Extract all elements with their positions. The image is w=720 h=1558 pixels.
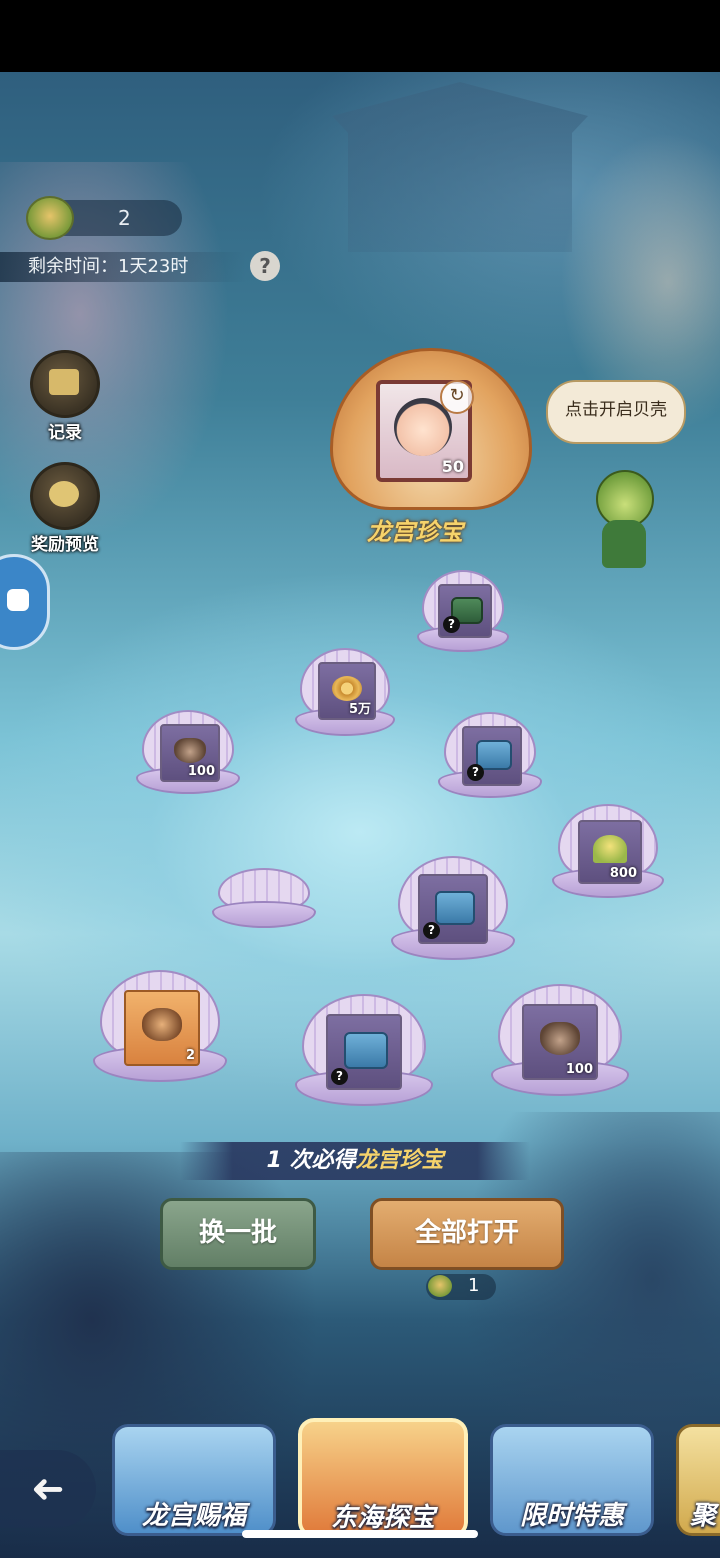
shell-slot[interactable]: 100	[490, 984, 630, 1096]
featured-count: 50	[441, 457, 464, 476]
refresh-icon[interactable]: ↻	[440, 380, 474, 414]
npc-body	[602, 520, 646, 568]
reward-count: 100	[565, 1062, 593, 1077]
reward-item: ?	[438, 584, 492, 638]
records-button[interactable]: 记录	[28, 350, 102, 443]
money-bag-icon	[30, 462, 100, 530]
tab-label: 聚	[690, 1501, 717, 1531]
shell-slot[interactable]: ?	[438, 712, 542, 798]
dragon-npc	[588, 470, 658, 570]
shell-coin-icon	[428, 1275, 452, 1297]
banner-text: 次必得	[281, 1148, 356, 1173]
tab-dragon-blessing[interactable]: 龙宫赐福	[112, 1424, 276, 1536]
shell-slot[interactable]: 5万	[294, 648, 396, 736]
shell-coin-icon	[26, 196, 74, 240]
reward-item: ?	[418, 874, 488, 944]
mystery-badge: ?	[423, 922, 440, 939]
featured-label: 龙宫珍宝	[367, 518, 463, 546]
blue-chest-icon	[434, 890, 476, 925]
reward-preview-label: 奖励预览	[31, 535, 99, 555]
reward-item: 100	[160, 724, 220, 782]
shell-slot[interactable]: ?	[294, 994, 434, 1106]
blue-chest-icon	[343, 1031, 389, 1069]
shell-slot[interactable]: 800	[552, 804, 664, 898]
tab-east-sea-treasure[interactable]: 东海探宝	[298, 1418, 468, 1538]
home-indicator[interactable]	[242, 1530, 478, 1538]
reward-item: 2	[124, 990, 200, 1066]
tab-label: 东海探宝	[330, 1503, 435, 1533]
shell-slot[interactable]: 2	[92, 970, 228, 1082]
reward-item: 800	[578, 820, 642, 884]
open-all-button[interactable]: 全部打开	[370, 1198, 564, 1270]
mystery-badge: ?	[331, 1068, 348, 1085]
shell-currency-counter: 2	[26, 196, 182, 240]
help-button[interactable]: ?	[250, 251, 280, 281]
reward-item: ?	[462, 726, 522, 786]
records-label: 记录	[48, 423, 82, 443]
shell-slot[interactable]: ?	[417, 570, 509, 652]
banner-highlight: 龙宫珍宝	[355, 1148, 444, 1173]
time-remaining: 剩余时间：1天23时	[0, 252, 246, 282]
reward-item: ?	[326, 1014, 402, 1090]
reward-count: 100	[187, 764, 215, 779]
reward-count: 5万	[348, 702, 371, 717]
mask-icon	[141, 1007, 183, 1041]
shell-currency-value: 2	[118, 206, 131, 230]
pouch-icon	[174, 737, 206, 763]
reward-preview-button[interactable]: 奖励预览	[28, 462, 102, 555]
tab-partial[interactable]: 聚	[676, 1424, 720, 1536]
reward-count: 2	[185, 1048, 195, 1063]
back-arrow-icon[interactable]: ➜	[0, 1450, 96, 1528]
npc-speech-bubble: 点击开启贝壳	[546, 380, 686, 444]
reward-count: 800	[609, 866, 637, 881]
open-cost: 1	[426, 1274, 496, 1300]
mystery-badge: ?	[443, 616, 460, 633]
shell-slot[interactable]: 100	[136, 710, 240, 794]
shell-slot[interactable]: ?	[391, 856, 515, 960]
floating-gamepad-button[interactable]	[0, 554, 50, 650]
tab-label: 限时特惠	[519, 1501, 624, 1531]
mystery-badge: ?	[467, 764, 484, 781]
pouch-icon	[539, 1021, 581, 1055]
flower-icon	[593, 835, 627, 863]
open-cost-value: 1	[468, 1275, 480, 1296]
reward-item: 5万	[318, 662, 376, 720]
scroll-icon	[30, 350, 100, 418]
banner-count: 1	[266, 1148, 282, 1173]
coin-icon	[331, 675, 363, 701]
reward-item: 100	[522, 1004, 598, 1080]
guarantee-banner: 1 次必得龙宫珍宝	[180, 1142, 530, 1180]
tab-limited-offer[interactable]: 限时特惠	[490, 1424, 654, 1536]
refresh-batch-button[interactable]: 换一批	[160, 1198, 316, 1270]
tab-label: 龙宫赐福	[141, 1501, 246, 1531]
closed-shell[interactable]	[212, 868, 316, 928]
